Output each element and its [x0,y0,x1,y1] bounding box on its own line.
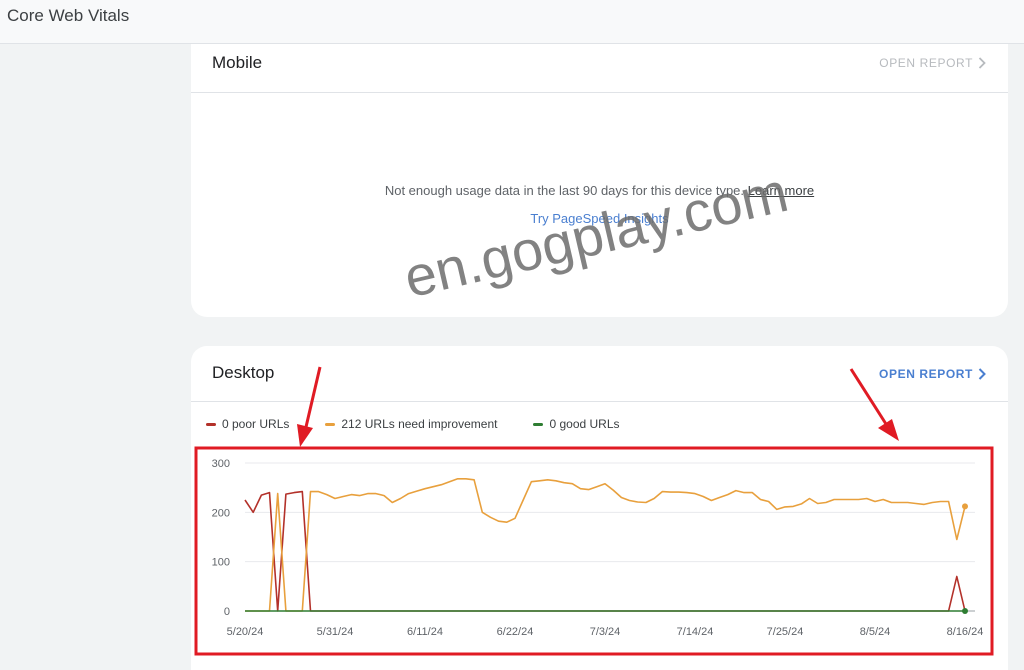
legend-item-good[interactable]: 0 good URLs [533,417,620,431]
mobile-divider [191,92,1008,93]
x-tick-label: 6/22/24 [497,626,534,638]
y-tick-label: 300 [212,458,230,470]
x-tick-label: 7/3/24 [590,626,621,638]
chart-legend: 0 poor URLs 212 URLs need improvement 0 … [206,417,620,431]
x-tick-label: 6/11/24 [407,626,443,638]
series-line-need-improvement [245,477,966,612]
empty-state-text: Not enough usage data in the last 90 day… [384,183,745,198]
desktop-card-title: Desktop [212,363,275,382]
series-end-point-good [962,608,968,614]
legend-swatch-poor [206,422,216,426]
desktop-divider [191,401,1008,402]
mobile-open-report-label: OPEN REPORT [879,56,973,70]
core-web-vitals-line-chart: 0 100 200 300 5/20/24 5/31/24 6/11/24 6/22/24 7/… [212,458,984,638]
x-tick-label: 5/31/24 [317,626,354,638]
learn-more-link[interactable]: Learn more [748,183,814,198]
series-line-poor [244,490,966,612]
legend-swatch-need-improvement [325,422,336,426]
x-tick-label: 8/5/24 [860,626,891,638]
mobile-card: Mobile OPEN REPORT Not enough usage data… [191,44,1008,317]
legend-label-good: 0 good URLs [549,417,620,431]
empty-state-message: Not enough usage data in the last 90 day… [191,183,1008,198]
pagespeed-insights-link[interactable]: Try PageSpeed Insights [191,211,1008,226]
chevron-right-icon [978,368,986,380]
desktop-open-report-button[interactable]: OPEN REPORT [879,367,986,381]
legend-item-poor[interactable]: 0 poor URLs [206,417,289,431]
legend-label-poor: 0 poor URLs [222,417,290,431]
mobile-open-report-button[interactable]: OPEN REPORT [879,56,986,70]
x-tick-label: 7/25/24 [767,626,804,638]
desktop-open-report-label: OPEN REPORT [879,367,973,381]
legend-item-need-improvement[interactable]: 212 URLs need improvement [325,417,497,431]
chevron-right-icon [978,57,986,69]
y-tick-label: 200 [212,507,230,519]
y-tick-label: 100 [212,557,230,569]
x-tick-label: 8/16/24 [947,626,984,638]
x-tick-label: 5/20/24 [227,626,264,638]
legend-swatch-good [533,422,544,426]
page-title: Core Web Vitals [7,6,130,25]
top-bar: Core Web Vitals [0,0,1024,44]
series-end-point-need-improvement [962,503,968,510]
chart-area: 0 100 200 300 5/20/24 5/31/24 6/11/24 6/22/24 7/… [195,447,991,653]
x-tick-label: 7/14/24 [677,626,714,638]
y-tick-label: 0 [224,606,230,618]
legend-label-need-improvement: 212 URLs need improvement [341,417,498,431]
mobile-card-title: Mobile [212,53,263,72]
